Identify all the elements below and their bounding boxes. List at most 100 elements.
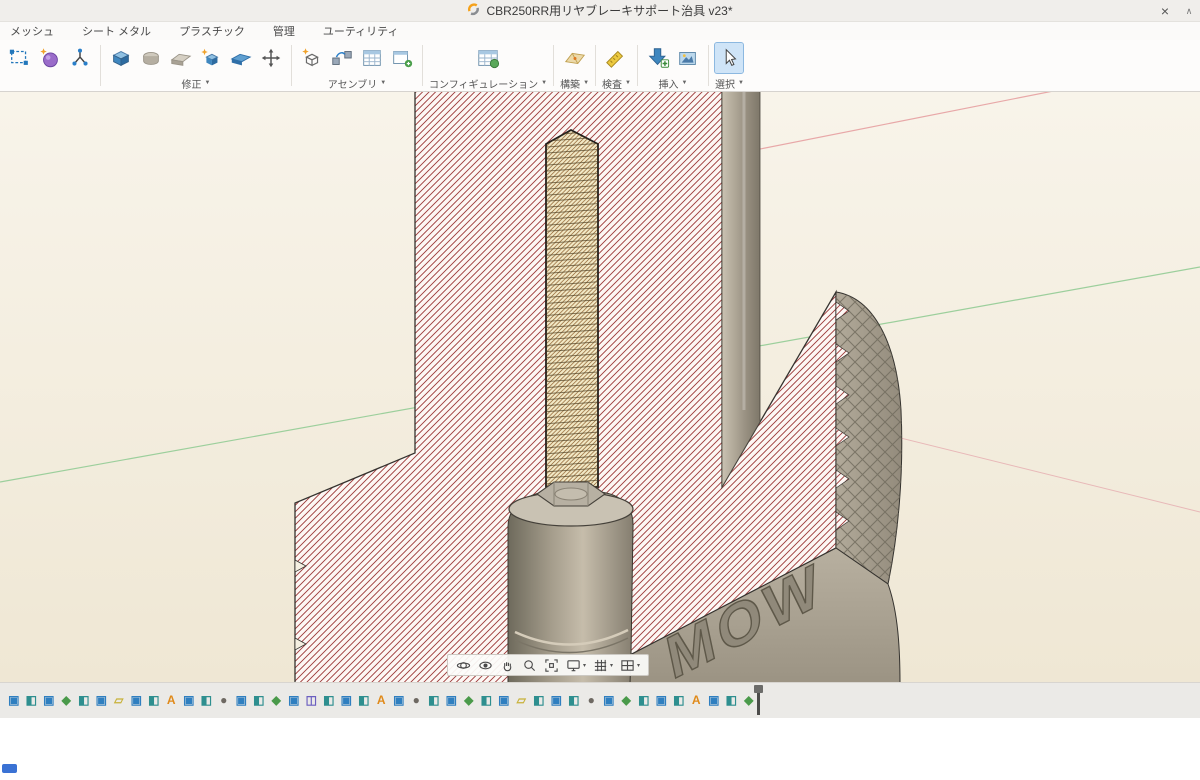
look-at-icon[interactable] [478, 658, 493, 673]
timeline-feature-sketch-icon[interactable]: ▣ [654, 691, 670, 709]
timeline-feature-sketch-icon[interactable]: ▣ [496, 691, 512, 709]
select-dropdown[interactable]: 選択▼ [715, 76, 744, 90]
press-pull-icon[interactable] [197, 43, 225, 73]
offset-face-icon[interactable] [227, 43, 255, 73]
timeline-feature-sketch-icon[interactable]: ▣ [181, 691, 197, 709]
mesh-branch-icon[interactable] [66, 43, 94, 73]
collapse-chevron-icon[interactable]: ∧ [1180, 0, 1198, 22]
mesh-selection-icon[interactable] [6, 43, 34, 73]
fit-icon[interactable] [544, 658, 559, 673]
timeline-feature-fillet-icon[interactable]: ◆ [741, 691, 757, 709]
timeline-feature-extrude-icon[interactable]: ◧ [356, 691, 372, 709]
toolbar-group-insert: 挿入▼ [640, 40, 706, 91]
insert-dropdown[interactable]: 挿入▼ [658, 76, 687, 90]
configuration-table-icon[interactable] [474, 43, 502, 73]
toolbar-separator [291, 45, 292, 86]
configuration-dropdown[interactable]: コンフィギュレーション▼ [429, 76, 547, 90]
timeline-feature-text-icon[interactable]: A [689, 691, 705, 709]
timeline-feature-extrude-icon[interactable]: ◧ [199, 691, 215, 709]
caret-down-icon: ▼ [205, 80, 211, 86]
timeline-feature-sketch-icon[interactable]: ▣ [286, 691, 302, 709]
tab-plastic[interactable]: プラスチック [179, 23, 245, 39]
tab-sheet-metal[interactable]: シート メタル [82, 23, 151, 39]
construction-plane-icon[interactable] [561, 43, 589, 73]
timeline-feature-fillet-icon[interactable]: ◆ [269, 691, 285, 709]
timeline-feature-extrude-icon[interactable]: ◧ [566, 691, 582, 709]
solid-box-icon[interactable] [107, 43, 135, 73]
bom-icon[interactable] [358, 43, 386, 73]
orbit-icon[interactable] [456, 658, 471, 673]
timeline-feature-extrude-icon[interactable]: ◧ [479, 691, 495, 709]
timeline-feature-extrude-icon[interactable]: ◧ [76, 691, 92, 709]
timeline-feature-extrude-icon[interactable]: ◧ [24, 691, 40, 709]
inspect-dropdown[interactable]: 検査▼ [602, 76, 631, 90]
timeline-feature-fillet-icon[interactable]: ◆ [619, 691, 635, 709]
toolbar-separator [100, 45, 101, 86]
timeline-feature-hole-icon[interactable]: ● [216, 691, 232, 709]
zoom-icon[interactable] [522, 658, 537, 673]
close-icon[interactable]: × [1152, 0, 1178, 22]
timeline-playhead[interactable] [757, 687, 760, 715]
mesh-sphere-icon[interactable] [36, 43, 64, 73]
timeline-feature-sketch-icon[interactable]: ▣ [41, 691, 57, 709]
tab-manage[interactable]: 管理 [273, 23, 295, 39]
select-cursor-icon[interactable] [715, 43, 743, 73]
timeline-feature-extrude-icon[interactable]: ◧ [531, 691, 547, 709]
timeline-feature-sketch-icon[interactable]: ▣ [706, 691, 722, 709]
viewport[interactable]: MOW [0, 92, 1200, 682]
timeline-feature-extrude-icon[interactable]: ◧ [251, 691, 267, 709]
bottom-bar [0, 718, 1200, 780]
timeline-feature-text-icon[interactable]: A [374, 691, 390, 709]
timeline-feature-sketch-icon[interactable]: ▣ [444, 691, 460, 709]
timeline-feature-fillet-icon[interactable]: ◆ [461, 691, 477, 709]
timeline-feature-sketch-icon[interactable]: ▣ [129, 691, 145, 709]
timeline-feature-extrude-icon[interactable]: ◧ [636, 691, 652, 709]
timeline-feature-hole-icon[interactable]: ● [584, 691, 600, 709]
timeline-feature-sketch-icon[interactable]: ▣ [549, 691, 565, 709]
timeline-feature-sketch-icon[interactable]: ▣ [94, 691, 110, 709]
timeline-feature-sketch-icon[interactable]: ▣ [339, 691, 355, 709]
timeline-feature-fillet-icon[interactable]: ◆ [59, 691, 75, 709]
tab-mesh[interactable]: メッシュ [10, 23, 54, 39]
timeline-feature-hole-icon[interactable]: ● [409, 691, 425, 709]
measure-icon[interactable] [602, 43, 630, 73]
toolbar-separator [422, 45, 423, 86]
timeline-feature-sketch-icon[interactable]: ▣ [234, 691, 250, 709]
toolbar-separator [553, 45, 554, 86]
display-settings-icon[interactable]: ▾ [566, 658, 586, 673]
timeline-feature-extrude-icon[interactable]: ◧ [671, 691, 687, 709]
decal-icon[interactable] [674, 43, 702, 73]
timeline-feature-extrude-icon[interactable]: ◧ [426, 691, 442, 709]
construct-dropdown[interactable]: 構築▼ [560, 76, 589, 90]
move-icon[interactable] [257, 43, 285, 73]
joint-icon[interactable] [328, 43, 356, 73]
tab-utilities[interactable]: ユーティリティ [323, 23, 399, 39]
assemble-dropdown[interactable]: アセンブリ▼ [328, 76, 386, 90]
form-slab-icon[interactable] [167, 43, 195, 73]
toolbar-group-assemble: アセンブリ▼ [294, 40, 420, 91]
timeline-feature-sketch-icon[interactable]: ▣ [391, 691, 407, 709]
timeline-feature-sketch-icon[interactable]: ▣ [6, 691, 22, 709]
modify-dropdown[interactable]: 修正▼ [182, 76, 211, 90]
form-blob-icon[interactable] [137, 43, 165, 73]
timeline-feature-construct-icon[interactable]: ▱ [514, 691, 530, 709]
timeline-feature-text-icon[interactable]: A [164, 691, 180, 709]
scrollbar-thumb[interactable] [2, 764, 17, 773]
grid-snaps-icon[interactable]: ▾ [593, 658, 613, 673]
toolbar-separator [595, 45, 596, 86]
insert-mesh-icon[interactable] [644, 43, 672, 73]
timeline-feature-construct-icon[interactable]: ▱ [111, 691, 127, 709]
timeline-feature-mirror-icon[interactable]: ◫ [304, 691, 320, 709]
pan-icon[interactable] [500, 658, 515, 673]
3d-viewport-canvas[interactable]: MOW [0, 92, 1200, 682]
viewports-icon[interactable]: ▾ [620, 658, 640, 673]
timeline-feature-extrude-icon[interactable]: ◧ [724, 691, 740, 709]
caret-down-icon: ▼ [625, 80, 631, 86]
timeline-feature-sketch-icon[interactable]: ▣ [601, 691, 617, 709]
drawing-icon[interactable] [388, 43, 416, 73]
timeline-feature-extrude-icon[interactable]: ◧ [321, 691, 337, 709]
timeline-feature-extrude-icon[interactable]: ◧ [146, 691, 162, 709]
caret-down-icon: ▼ [380, 80, 386, 86]
toolbar-separator [708, 45, 709, 86]
new-component-icon[interactable] [298, 43, 326, 73]
